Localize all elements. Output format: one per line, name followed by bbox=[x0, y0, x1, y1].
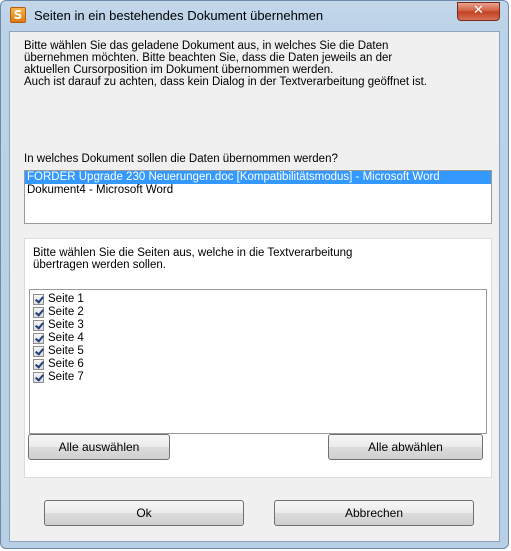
window-title: Seiten in ein bestehendes Dokument übern… bbox=[34, 8, 324, 23]
select-all-button[interactable]: Alle auswählen bbox=[28, 434, 170, 460]
document-question-label: In welches Dokument sollen die Daten übe… bbox=[24, 153, 338, 165]
deselect-all-button[interactable]: Alle abwählen bbox=[328, 434, 483, 460]
checkbox-checked-icon[interactable] bbox=[33, 333, 44, 344]
document-item-2[interactable]: Dokument4 - Microsoft Word bbox=[25, 184, 491, 197]
intro-text: Bitte wählen Sie das geladene Dokument a… bbox=[24, 40, 427, 88]
dialog-window: S Seiten in ein bestehendes Dokument übe… bbox=[0, 0, 509, 549]
dialog-content: Bitte wählen Sie das geladene Dokument a… bbox=[9, 31, 500, 542]
checkbox-checked-icon[interactable] bbox=[33, 320, 44, 331]
page-item-3[interactable]: Seite 3 bbox=[30, 319, 486, 332]
page-checklist[interactable]: Seite 1 Seite 2 Seite 3 Seite 4 Seite 5 bbox=[29, 289, 487, 434]
checkbox-checked-icon[interactable] bbox=[33, 346, 44, 357]
cancel-button[interactable]: Abbrechen bbox=[274, 500, 474, 526]
page-item-6[interactable]: Seite 6 bbox=[30, 358, 486, 371]
checkbox-checked-icon[interactable] bbox=[33, 294, 44, 305]
page-item-4[interactable]: Seite 4 bbox=[30, 332, 486, 345]
ok-button[interactable]: Ok bbox=[44, 500, 244, 526]
page-label: Seite 6 bbox=[48, 358, 84, 370]
page-label: Seite 5 bbox=[48, 345, 84, 357]
page-item-5[interactable]: Seite 5 bbox=[30, 345, 486, 358]
page-item-2[interactable]: Seite 2 bbox=[30, 306, 486, 319]
checkbox-checked-icon[interactable] bbox=[33, 307, 44, 318]
page-label: Seite 3 bbox=[48, 319, 84, 331]
page-label: Seite 4 bbox=[48, 332, 84, 344]
pages-instruction: Bitte wählen Sie die Seiten aus, welche … bbox=[33, 247, 353, 271]
title-bar[interactable]: S Seiten in ein bestehendes Dokument übe… bbox=[1, 1, 508, 31]
page-label: Seite 1 bbox=[48, 293, 84, 305]
close-button[interactable]: ✕ bbox=[457, 2, 500, 21]
document-list[interactable]: FORDER Upgrade 230 Neuerungen.doc [Kompa… bbox=[24, 170, 492, 224]
close-icon: ✕ bbox=[473, 3, 484, 18]
document-item-1[interactable]: FORDER Upgrade 230 Neuerungen.doc [Kompa… bbox=[25, 171, 491, 184]
page-label: Seite 2 bbox=[48, 306, 84, 318]
checkbox-checked-icon[interactable] bbox=[33, 372, 44, 383]
checkbox-checked-icon[interactable] bbox=[33, 359, 44, 370]
page-item-1[interactable]: Seite 1 bbox=[30, 293, 486, 306]
app-icon: S bbox=[10, 7, 26, 23]
page-label: Seite 7 bbox=[48, 371, 84, 383]
page-item-7[interactable]: Seite 7 bbox=[30, 371, 486, 384]
